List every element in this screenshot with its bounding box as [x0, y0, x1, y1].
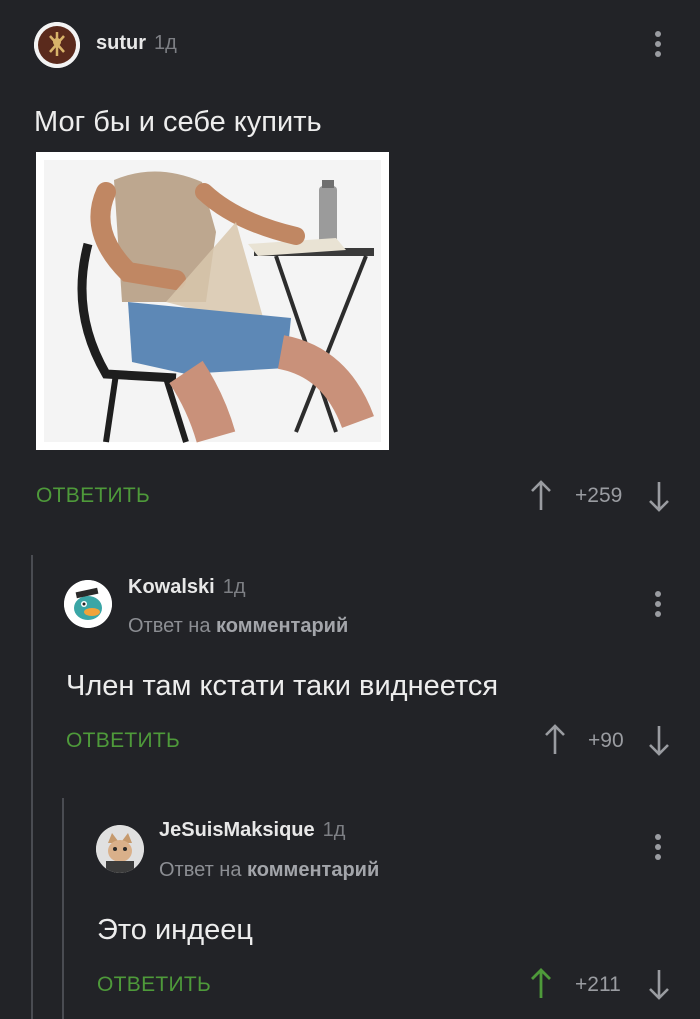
reply-button[interactable]: ОТВЕТИТЬ: [66, 729, 180, 753]
username[interactable]: Kowalski: [128, 576, 215, 598]
avatar-sutur[interactable]: [34, 22, 80, 68]
thread-line[interactable]: [62, 798, 64, 1019]
downvote-arrow-icon[interactable]: [648, 480, 670, 517]
timestamp: 1д: [222, 576, 246, 598]
comment-header: sutur 1д: [96, 32, 177, 55]
avatar-jesuismaksique[interactable]: [96, 825, 144, 873]
username[interactable]: JeSuisMaksique: [159, 819, 315, 841]
timestamp: 1д: [322, 819, 346, 841]
timestamp: 1д: [154, 32, 177, 54]
username[interactable]: sutur: [96, 32, 146, 54]
comment-text: Мог бы и себе купить: [34, 106, 322, 138]
comment-image[interactable]: [36, 152, 389, 450]
kebab-menu-icon[interactable]: [655, 31, 661, 61]
avatar-kowalski[interactable]: [64, 580, 112, 628]
score: +90: [588, 729, 624, 752]
avatar-image: [34, 22, 80, 68]
reply-button[interactable]: ОТВЕТИТЬ: [36, 484, 150, 508]
downvote-arrow-icon[interactable]: [648, 724, 670, 761]
upvote-arrow-icon[interactable]: [544, 724, 566, 761]
kebab-menu-icon[interactable]: [655, 591, 661, 621]
score: +211: [575, 973, 621, 996]
score: +259: [575, 484, 623, 507]
comment-text: Член там кстати таки виднеется: [66, 670, 499, 702]
upvote-arrow-icon-active[interactable]: [530, 968, 552, 1005]
comment-text: Это индеец: [97, 914, 253, 946]
comment-header: JeSuisMaksique 1д: [159, 819, 345, 842]
reply-target-link[interactable]: комментарий: [216, 615, 348, 637]
kebab-menu-icon[interactable]: [655, 834, 661, 864]
reply-to-line: Ответ на комментарий: [128, 615, 348, 638]
photo-man-at-table: [44, 160, 381, 443]
reply-button[interactable]: ОТВЕТИТЬ: [97, 973, 211, 997]
reply-target-link[interactable]: комментарий: [247, 859, 379, 881]
thread-line[interactable]: [31, 555, 33, 1019]
avatar-image: [96, 825, 144, 873]
avatar-image: [64, 580, 112, 628]
upvote-arrow-icon[interactable]: [530, 480, 552, 517]
comment-header: Kowalski 1д: [128, 576, 246, 599]
downvote-arrow-icon[interactable]: [648, 968, 670, 1005]
reply-prefix: Ответ на: [128, 615, 211, 637]
reply-prefix: Ответ на: [159, 859, 242, 881]
reply-to-line: Ответ на комментарий: [159, 859, 379, 882]
